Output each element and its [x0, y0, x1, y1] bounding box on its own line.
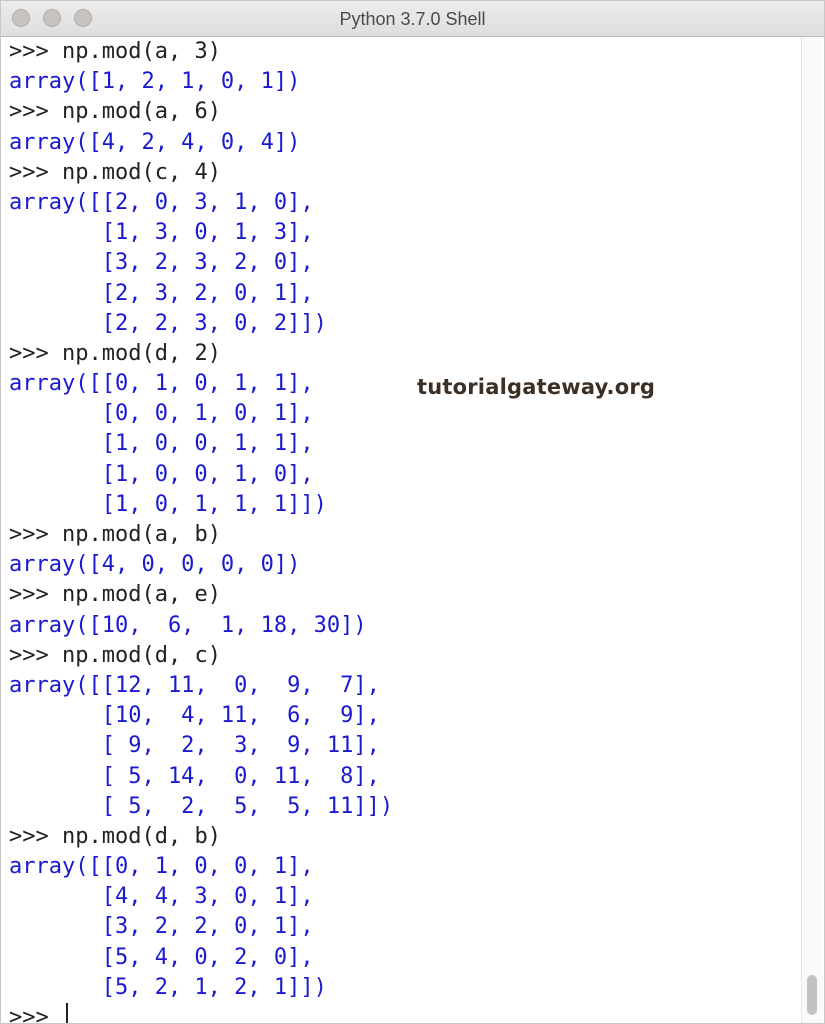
- shell-output-text: array([[0, 1, 0, 1, 1],: [9, 371, 314, 397]
- shell-output-line: [1, 3, 0, 1, 3],: [9, 218, 393, 248]
- shell-output-line: [0, 0, 1, 0, 1],: [9, 399, 393, 429]
- shell-output-line: array([[12, 11, 0, 9, 7],: [9, 671, 393, 701]
- shell-output-text: [0, 0, 1, 0, 1],: [9, 401, 314, 427]
- shell-input-line: >>> np.mod(a, e): [9, 580, 393, 610]
- shell-output-text: [1, 3, 0, 1, 3],: [9, 220, 314, 246]
- shell-output-line: array([[0, 1, 0, 0, 1],: [9, 852, 393, 882]
- shell-input-line: >>> np.mod(d, 2): [9, 339, 393, 369]
- shell-output-line: [5, 2, 1, 2, 1]]): [9, 973, 393, 1003]
- shell-output-text: [2, 3, 2, 0, 1],: [9, 280, 314, 306]
- shell-input-line: >>> np.mod(a, b): [9, 520, 393, 550]
- shell-output-line: array([[2, 0, 3, 1, 0],: [9, 188, 393, 218]
- shell-prompt: >>>: [9, 522, 49, 547]
- shell-command: np.mod(d, c): [62, 642, 221, 668]
- shell-output-text: [1, 0, 1, 1, 1]]): [9, 491, 327, 517]
- shell-output-text: array([[2, 0, 3, 1, 0],: [9, 189, 314, 215]
- shell-output-line: [ 9, 2, 3, 9, 11],: [9, 731, 393, 761]
- shell-prompt: >>>: [9, 642, 49, 668]
- shell-output-line: [1, 0, 0, 1, 0],: [9, 460, 393, 490]
- shell-output-text: [1, 0, 0, 1, 1],: [9, 431, 314, 457]
- shell-output-text: [ 9, 2, 3, 9, 11],: [9, 733, 380, 759]
- shell-prompt: >>>: [9, 99, 49, 125]
- shell-output-text: array([1, 2, 1, 0, 1]): [9, 69, 301, 95]
- shell-output-text: array([[12, 11, 0, 9, 7],: [9, 672, 380, 698]
- shell-prompt: >>>: [9, 39, 49, 64]
- shell-output-text: [10, 4, 11, 6, 9],: [9, 703, 380, 729]
- shell-output-text: [5, 4, 0, 2, 0],: [9, 944, 314, 970]
- shell-output-text: [ 5, 14, 0, 11, 8],: [9, 763, 380, 789]
- watermark-text: tutorialgateway.org: [417, 375, 656, 399]
- shell-input-line: >>> np.mod(a, 3): [9, 37, 393, 67]
- shell-output-line: array([4, 2, 4, 0, 4]): [9, 128, 393, 158]
- shell-prompt: >>>: [9, 582, 49, 608]
- shell-output-line: array([4, 0, 0, 0, 0]): [9, 550, 393, 580]
- shell-output-line: [3, 2, 2, 0, 1],: [9, 912, 393, 942]
- shell-output-line: [2, 2, 3, 0, 2]]): [9, 309, 393, 339]
- shell-prompt: >>>: [9, 1005, 49, 1023]
- python-shell-window: Python 3.7.0 Shell >>> np.mod(a, 3) array…: [0, 0, 825, 1024]
- shell-output-line: array([1, 2, 1, 0, 1]): [9, 67, 393, 97]
- shell-input-line: >>> np.mod(a, 6): [9, 97, 393, 127]
- shell-output-line: [1, 0, 1, 1, 1]]): [9, 490, 393, 520]
- shell-output: >>> np.mod(a, 3) array([1, 2, 1, 0, 1]) >>…: [9, 37, 393, 1023]
- shell-output-line: array([10, 6, 1, 18, 30]): [9, 611, 393, 641]
- scrollbar-thumb[interactable]: [807, 975, 817, 1015]
- shell-output-text: [5, 2, 1, 2, 1]]): [9, 974, 327, 1000]
- shell-command: np.mod(a, 6): [62, 99, 221, 125]
- shell-output-line: [5, 4, 0, 2, 0],: [9, 943, 393, 973]
- shell-output-line: [10, 4, 11, 6, 9],: [9, 701, 393, 731]
- shell-command: np.mod(a, 3): [62, 39, 221, 64]
- shell-prompt: >>>: [9, 159, 49, 185]
- shell-command: np.mod(c, 4): [62, 159, 221, 185]
- shell-output-text: [3, 2, 3, 2, 0],: [9, 250, 314, 276]
- shell-output-line: array([[0, 1, 0, 1, 1],: [9, 369, 393, 399]
- shell-output-line: [1, 0, 0, 1, 1],: [9, 429, 393, 459]
- shell-command: np.mod(a, e): [62, 582, 221, 608]
- title-bar[interactable]: Python 3.7.0 Shell: [1, 1, 824, 37]
- shell-input-line: >>> np.mod(d, b): [9, 822, 393, 852]
- shell-output-text: array([4, 0, 0, 0, 0]): [9, 552, 301, 578]
- shell-output-text: [4, 4, 3, 0, 1],: [9, 884, 314, 910]
- shell-input-line: >>> np.mod(c, 4): [9, 158, 393, 188]
- shell-input-line: >>>: [9, 1003, 393, 1023]
- shell-output-line: [4, 4, 3, 0, 1],: [9, 882, 393, 912]
- shell-output-text: [3, 2, 2, 0, 1],: [9, 914, 314, 940]
- shell-output-text: [1, 0, 0, 1, 0],: [9, 461, 314, 487]
- shell-text-area[interactable]: >>> np.mod(a, 3) array([1, 2, 1, 0, 1]) >>…: [1, 37, 801, 1023]
- shell-input-line: >>> np.mod(d, c): [9, 641, 393, 671]
- shell-command: np.mod(d, 2): [62, 340, 221, 366]
- shell-output-text: [2, 2, 3, 0, 2]]): [9, 310, 327, 336]
- shell-output-text: array([4, 2, 4, 0, 4]): [9, 129, 301, 155]
- shell-command: np.mod(a, b): [62, 522, 221, 547]
- shell-prompt: >>>: [9, 340, 49, 366]
- shell-output-line: [ 5, 2, 5, 5, 11]]): [9, 792, 393, 822]
- shell-output-text: array([[0, 1, 0, 0, 1],: [9, 854, 314, 880]
- text-cursor: [66, 1003, 68, 1023]
- shell-prompt: >>>: [9, 823, 49, 849]
- vertical-scrollbar[interactable]: [801, 37, 823, 1023]
- shell-output-line: [ 5, 14, 0, 11, 8],: [9, 762, 393, 792]
- shell-output-line: [3, 2, 3, 2, 0],: [9, 248, 393, 278]
- window-title: Python 3.7.0 Shell: [339, 9, 486, 29]
- shell-output-text: [ 5, 2, 5, 5, 11]]): [9, 793, 394, 819]
- shell-output-line: [2, 3, 2, 0, 1],: [9, 279, 393, 309]
- shell-output-text: array([10, 6, 1, 18, 30]): [9, 612, 367, 638]
- shell-command: np.mod(d, b): [62, 823, 221, 849]
